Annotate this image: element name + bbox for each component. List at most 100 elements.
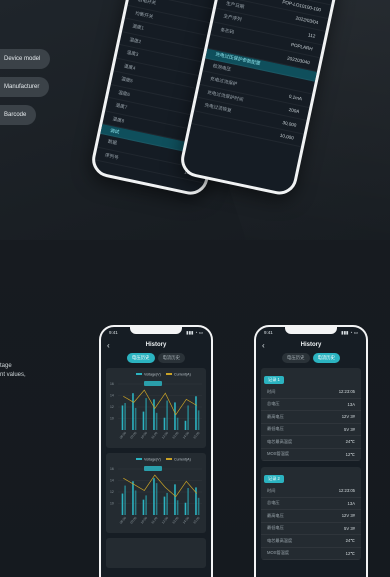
- current-bar: [176, 417, 179, 430]
- voltage-bar: [153, 478, 155, 515]
- x-tick-label: 11:00: [150, 431, 158, 440]
- x-tick-label: 09:00: [129, 431, 137, 440]
- legend-voltage-label: Voltage(V): [144, 458, 161, 462]
- device-model-pill: Device model: [0, 49, 51, 69]
- tab-voltage-history[interactable]: 电压历史: [281, 353, 310, 363]
- current-bar: [134, 490, 137, 515]
- row-label: 温度2: [129, 36, 142, 45]
- top-showcase-panel: Device model Manufacturer Barcode 开关作动充电…: [0, 0, 390, 240]
- voltage-bar: [142, 411, 145, 430]
- row-label: 最高电压: [267, 413, 284, 419]
- row-label: 检测电压: [212, 63, 232, 72]
- x-tick-label: 08:00: [119, 431, 127, 440]
- barcode-pill: Barcode: [0, 105, 37, 125]
- phone-history-records: 9:41 ▮▮▮ ◔ ▭ ‹ History 电压历史 电流历史 记录 1 时间 1…: [254, 325, 368, 577]
- current-bar: [197, 497, 200, 515]
- manufacturer-pill: Manufacturer: [0, 77, 50, 97]
- footer-tag-label: 调试: [109, 127, 120, 135]
- legend-current-label: Current(A): [174, 373, 191, 377]
- record-list: 记录 1 时间 12:23:05 总电压 13A 最高电压 12V 3# 最低电压 5V 3# 电…: [256, 368, 366, 560]
- current-line: [123, 474, 198, 498]
- tooltip-box: [144, 466, 162, 471]
- x-tick-label: 10:00: [140, 516, 148, 525]
- current-bar: [124, 403, 126, 430]
- history-tabs: 电压历史 电流历史: [256, 353, 366, 363]
- chart-card-3: [106, 538, 206, 568]
- row-label: 温度1: [131, 23, 145, 31]
- row-label: 生产序列: [222, 13, 242, 23]
- tab-current-history[interactable]: 电流历史: [157, 353, 186, 363]
- current-bar: [155, 412, 158, 430]
- current-bar: [134, 407, 137, 430]
- x-tick-label: 15:00: [192, 431, 200, 440]
- row-label: 充电过流保护: [209, 76, 238, 87]
- y-tick-label: 12: [110, 405, 114, 409]
- list-row: 最低电压 5V 3#: [261, 424, 361, 436]
- record-card[interactable]: 记录 2 时间 12:23:05 总电压 13A 最高电压 12V 3# 最低电压 5V 3# 电…: [261, 467, 361, 560]
- row-value: 12V 3#: [341, 414, 355, 420]
- row-label: 时间: [267, 388, 276, 394]
- list-row: 时间 12:23:05: [261, 485, 361, 498]
- back-chevron-icon[interactable]: ‹: [262, 341, 265, 350]
- row-value: 200A: [288, 107, 300, 115]
- tooltip-box: [144, 381, 162, 386]
- barcode-label: Barcode: [4, 112, 27, 118]
- current-bar: [176, 500, 179, 515]
- row-value: 13A: [347, 500, 355, 506]
- signal-battery-icon: ▮▮▮ ◔ ▭: [186, 329, 203, 335]
- row-label: 温度4: [123, 63, 137, 71]
- list-row: 电芯最高温度 24℃: [261, 535, 361, 548]
- history-tabs: 电压历史 电流历史: [101, 353, 211, 363]
- tab-voltage-history[interactable]: 电压历史: [126, 353, 155, 363]
- x-tick-label: 10:00: [140, 431, 148, 440]
- row-value: 2022/03/04: [295, 15, 319, 26]
- voltage-bar: [174, 484, 176, 515]
- record-card[interactable]: 记录 1 时间 12:23:05 总电压 13A 最高电压 12V 3# 最低电压 5V 3# 电…: [261, 368, 361, 461]
- voltage-bar: [184, 420, 187, 430]
- row-label: 生产日期: [225, 0, 245, 10]
- voltage-bar: [132, 393, 134, 430]
- row-label: MOS管温度: [267, 451, 290, 457]
- current-bar: [197, 410, 200, 430]
- voltage-bar: [195, 396, 197, 430]
- current-line: [123, 389, 197, 416]
- voltage-bar: [121, 405, 124, 430]
- status-time: 9:41: [264, 330, 273, 335]
- y-tick-label: 12: [110, 490, 114, 494]
- row-value: 24℃: [345, 538, 355, 544]
- tab-current-history[interactable]: 电流历史: [312, 353, 341, 363]
- history-chart-2: Voltage(V) Current(A) 10 12 14 16 08:00 09:00 10…: [110, 458, 202, 525]
- voltage-bar: [153, 399, 155, 430]
- back-chevron-icon[interactable]: ‹: [107, 341, 110, 350]
- chart-card-1: Voltage(V) Current(A) 10 12 14 16 08:00 09:00 10…: [106, 368, 206, 448]
- row-value: 12:23:05: [338, 389, 355, 395]
- row-label: 温度6: [117, 89, 131, 97]
- row-value: 30,000: [282, 119, 297, 128]
- voltage-bar: [163, 417, 166, 430]
- legend-current-swatch: [166, 373, 172, 375]
- row-value: 12℃: [345, 550, 355, 556]
- row-value: 0.1mA: [288, 93, 303, 102]
- x-tick-label: 12:00: [161, 516, 169, 525]
- legend-voltage-swatch: [136, 373, 142, 375]
- legend-voltage-swatch: [136, 458, 142, 460]
- phone-history-chart: 9:41 ▮▮▮ ◔ ▭ ‹ History 电压历史 电流历史 Voltage…: [99, 325, 213, 577]
- nav-bar: ‹ History: [101, 338, 211, 352]
- chart-card-2: Voltage(V) Current(A) 10 12 14 16 08:00 09:00 10…: [106, 453, 206, 533]
- y-tick-label: 14: [110, 394, 114, 398]
- row-label: 最高电压: [267, 512, 284, 518]
- row-value: 12:23:05: [338, 488, 355, 494]
- current-bar: [145, 398, 147, 430]
- row-label: 温度7: [115, 102, 128, 111]
- list-row: MOS管温度 12℃: [261, 449, 361, 461]
- row-label: 条形码: [220, 26, 235, 35]
- row-value: 12℃: [345, 451, 355, 457]
- row-value: 5V 3#: [344, 525, 355, 531]
- record-tag: 记录 2: [264, 475, 284, 483]
- list-row: 总电压 13A: [261, 399, 361, 411]
- row-label: 序列号: [104, 152, 120, 160]
- row-label: 放电开关: [137, 0, 157, 6]
- row-label: 电芯最高温度: [267, 537, 293, 543]
- current-bar: [145, 495, 147, 515]
- list-row: 电芯最高温度 24℃: [261, 436, 361, 449]
